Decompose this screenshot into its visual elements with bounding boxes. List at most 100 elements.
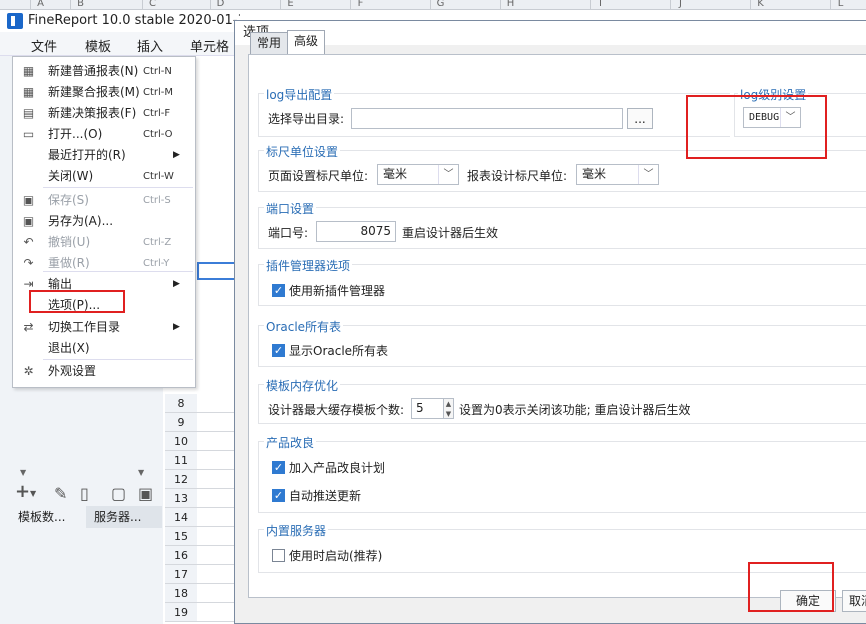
browse-button[interactable]: ... [627, 108, 653, 129]
menu-item[interactable]: ▣ 保存(S) Ctrl-S [13, 190, 195, 211]
add-icon[interactable]: + [15, 481, 30, 502]
collapse-arrows: ▼ ▼ [10, 468, 162, 480]
cancel-button[interactable]: 取消 [842, 590, 866, 612]
plugin-checkbox[interactable]: ✓ [272, 284, 285, 297]
chevron-down-icon[interactable]: ▼ [30, 489, 36, 498]
chevron-down-icon[interactable]: ▼ [20, 468, 26, 477]
appearance-icon: ✲ [23, 364, 34, 378]
menu-item-label: 撤销(U) [48, 235, 91, 249]
column-header-cell[interactable]: F [350, 0, 370, 9]
menu-item-label: 新建决策报表(F) [48, 106, 137, 120]
column-header-cell[interactable]: G [430, 0, 450, 9]
menu-item[interactable]: ▤ 新建决策报表(F) Ctrl-F [13, 103, 195, 124]
row-header[interactable]: 14 [165, 508, 197, 527]
row-header[interactable]: 10 [165, 432, 197, 451]
column-header-cell[interactable]: J [670, 0, 690, 9]
server-checkbox[interactable] [272, 549, 285, 562]
design-ruler-select[interactable]: 毫米 ﹀ [576, 164, 659, 185]
new-aggregate-icon: ▦ [22, 85, 35, 99]
column-header: A B C D E F G H I J K L [0, 0, 866, 10]
annotation-box-options [29, 290, 125, 313]
edit-icon[interactable]: ✎ [54, 484, 67, 503]
column-header-cell[interactable]: C [142, 0, 162, 9]
column-header-cell[interactable]: D [210, 0, 230, 9]
menu-item-label: 保存(S) [48, 193, 89, 207]
menu-file[interactable]: 文件 [31, 36, 57, 55]
improve-plan-checkbox[interactable]: ✓ [272, 461, 285, 474]
grid-line [197, 583, 237, 584]
menu-item-shortcut: Ctrl-W [143, 171, 174, 182]
export-dir-input[interactable] [351, 108, 623, 129]
grid-line [197, 412, 237, 413]
settings-icon[interactable]: ▣ [138, 484, 153, 503]
column-header-cell[interactable]: L [830, 0, 850, 9]
tab-templates[interactable]: 模板数... [10, 506, 84, 528]
menu-item-label: 新建普通报表(N) [48, 64, 139, 78]
grid-line [197, 450, 237, 451]
oracle-checkbox-label: 显示Oracle所有表 [289, 344, 389, 358]
page-ruler-value: 毫米 [383, 167, 408, 181]
row-header[interactable]: 19 [165, 603, 197, 622]
menu-separator [43, 187, 193, 188]
chevron-down-icon: ﹀ [638, 165, 658, 184]
server-checkbox-label: 使用时启动(推荐) [289, 549, 383, 563]
row-header[interactable]: 18 [165, 584, 197, 603]
selected-cell[interactable] [197, 262, 237, 280]
row-header[interactable]: 15 [165, 527, 197, 546]
menu-item[interactable]: ⇄ 切换工作目录 ▶ [13, 317, 195, 338]
menu-separator [43, 271, 193, 272]
ruler-title: 标尺单位设置 [264, 143, 341, 160]
oracle-checkbox[interactable]: ✓ [272, 344, 285, 357]
port-input[interactable]: 8075 [316, 221, 396, 242]
port-note: 重启设计器后生效 [402, 226, 499, 240]
menu-item[interactable]: ▣ 另存为(A)... [13, 211, 195, 232]
menu-item-label: 打开...(O) [48, 127, 103, 141]
tab-advanced[interactable]: 高级 [287, 30, 326, 54]
memory-title: 模板内存优化 [264, 377, 341, 394]
column-header-cell[interactable]: K [750, 0, 770, 9]
app-logo-icon [7, 13, 23, 29]
menu-item[interactable]: 关闭(W) Ctrl-W [13, 166, 195, 187]
app-title: FineReport 10.0 stable 2020-01-14 @默认[本地… [0, 10, 240, 32]
menu-cell[interactable]: 单元格 [190, 36, 229, 55]
menu-item-shortcut: Ctrl-M [143, 87, 174, 98]
menu-item[interactable]: ▦ 新建普通报表(N) Ctrl-N [13, 61, 195, 82]
column-header-cell[interactable]: B [70, 0, 90, 9]
improve-plan-label: 加入产品改良计划 [289, 461, 386, 475]
menu-item[interactable]: 退出(X) [13, 338, 195, 359]
menu-item[interactable]: ▦ 新建聚合报表(M) Ctrl-M [13, 82, 195, 103]
preview-icon[interactable]: ▢ [111, 484, 126, 503]
tab-server[interactable]: 服务器... [86, 506, 162, 528]
column-header-cell[interactable]: E [280, 0, 300, 9]
column-header-cell[interactable]: I [590, 0, 610, 9]
row-header[interactable]: 16 [165, 546, 197, 565]
row-header[interactable]: 17 [165, 565, 197, 584]
memory-input[interactable]: 5 [411, 398, 444, 419]
chevron-down-icon[interactable]: ▼ [138, 468, 144, 477]
port-title: 端口设置 [264, 200, 317, 217]
row-header[interactable]: 8 [165, 394, 197, 413]
design-ruler-value: 毫米 [582, 167, 607, 181]
menu-item[interactable]: 最近打开的(R) ▶ [13, 145, 195, 166]
page-ruler-select[interactable]: 毫米 ﹀ [377, 164, 459, 185]
menu-template[interactable]: 模板 [85, 36, 111, 55]
row-header[interactable]: 9 [165, 413, 197, 432]
menu-item[interactable]: ✲ 外观设置 [13, 361, 195, 382]
row-header[interactable]: 13 [165, 489, 197, 508]
auto-push-checkbox[interactable]: ✓ [272, 489, 285, 502]
delete-icon[interactable]: ▯ [80, 484, 89, 503]
menu-insert[interactable]: 插入 [137, 36, 163, 55]
tab-general[interactable]: 常用 [250, 32, 289, 54]
row-header[interactable]: 11 [165, 451, 197, 470]
column-header-cell[interactable]: H [500, 0, 520, 9]
annotation-box-log-level [686, 95, 827, 159]
dialog-title: 选项 [235, 21, 866, 45]
menu-item-label: 切换工作目录 [48, 320, 121, 334]
column-header-cell[interactable]: A [30, 0, 50, 9]
spinner-arrows-icon[interactable]: ▲ ▼ [444, 398, 454, 419]
menu-item[interactable]: ↶ 撤销(U) Ctrl-Z [13, 232, 195, 253]
menu-item[interactable]: ▭ 打开...(O) Ctrl-O [13, 124, 195, 145]
row-header[interactable]: 12 [165, 470, 197, 489]
menu-item-label: 外观设置 [48, 364, 97, 378]
new-decision-icon: ▤ [22, 106, 35, 120]
